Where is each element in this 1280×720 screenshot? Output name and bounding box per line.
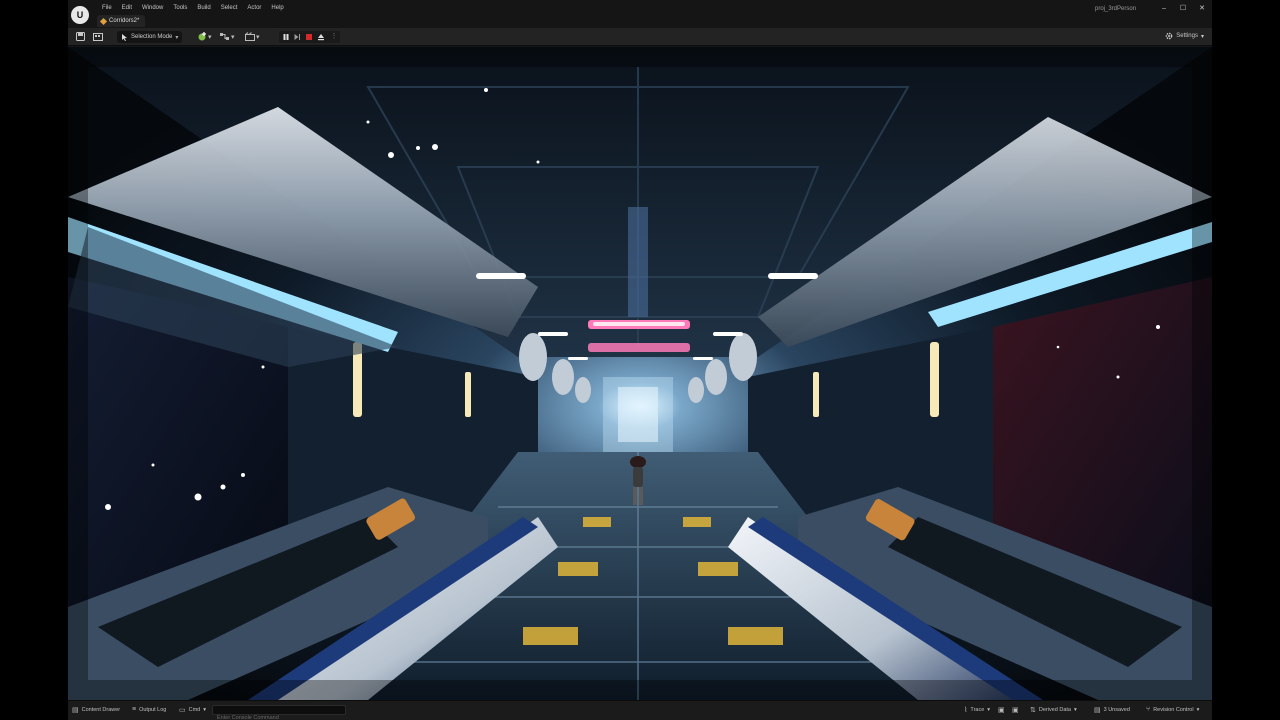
blueprint-icon — [220, 33, 229, 40]
chevron-down-icon: ▾ — [208, 33, 212, 41]
content-drawer-icon: ▤ — [72, 707, 79, 714]
cmd-dropdown[interactable]: ▭ Cmd ▾ — [179, 706, 206, 714]
chevron-down-icon: ▾ — [987, 707, 991, 713]
chevron-down-icon: ▾ — [231, 33, 235, 41]
unsaved-label: 3 Unsaved — [1103, 707, 1130, 713]
minimize-button[interactable]: – — [1158, 4, 1170, 14]
cmd-label: Cmd — [188, 707, 201, 713]
revision-control-icon: ⑂ — [1146, 706, 1151, 713]
gear-icon — [1165, 32, 1173, 40]
project-name: proj_3rdPerson — [1095, 6, 1137, 12]
unreal-editor-window: U File Edit Window Tools Build Select Ac… — [68, 0, 1212, 720]
derived-data-dropdown[interactable]: ⇅ Derived Data ▾ — [1030, 706, 1077, 714]
selection-mode-label: Selection Mode — [131, 34, 173, 40]
menu-window[interactable]: Window — [137, 4, 168, 12]
output-log-label: Output Log — [139, 706, 167, 713]
output-log-button[interactable]: ≡ Output Log — [132, 706, 166, 713]
viewport-scene — [68, 47, 1212, 700]
unsaved-button[interactable]: ▤ 3 Unsaved — [1094, 706, 1130, 714]
derived-data-icon: ⇅ — [1030, 707, 1036, 714]
content-drawer-button[interactable]: ▤ Content Drawer — [72, 706, 120, 714]
add-actor-dropdown[interactable]: ▾ — [198, 32, 212, 41]
chevron-down-icon: ▾ — [256, 33, 260, 41]
menu-build[interactable]: Build — [192, 4, 215, 12]
revision-control-label: Revision Control — [1153, 706, 1194, 713]
unreal-engine-logo-icon[interactable]: U — [71, 6, 89, 24]
settings-label: Settings — [1176, 33, 1198, 39]
cursor-icon — [122, 33, 127, 41]
level-tab[interactable]: Corridors2* — [97, 15, 146, 27]
unsaved-icon: ▤ — [1094, 707, 1101, 714]
status-bar: ▤ Content Drawer ≡ Output Log ▭ Cmd ▾ ⌇ … — [68, 700, 1212, 720]
terminal-icon: ▭ — [179, 707, 186, 714]
screenshot-button[interactable]: ▣ — [998, 706, 1005, 714]
eject-icon[interactable] — [316, 32, 326, 42]
chevron-down-icon: ▾ — [1196, 706, 1200, 713]
chevron-down-icon: ▾ — [1200, 33, 1204, 40]
menu-file[interactable]: File — [97, 4, 117, 12]
settings-button[interactable]: Settings ▾ — [1165, 32, 1204, 40]
revision-control-dropdown[interactable]: ⑂ Revision Control ▾ — [1146, 706, 1199, 713]
menu-help[interactable]: Help — [266, 4, 288, 12]
derived-data-label: Derived Data — [1038, 707, 1071, 713]
more-options-icon[interactable]: ⋮ — [329, 32, 339, 42]
trace-dropdown[interactable]: ⌇ Trace ▾ — [964, 706, 990, 714]
level-viewport[interactable] — [68, 47, 1212, 700]
output-log-icon: ≡ — [132, 706, 137, 713]
record-icon: ▣ — [1012, 707, 1019, 714]
trace-label: Trace — [970, 707, 985, 713]
menu-edit[interactable]: Edit — [117, 4, 137, 12]
stop-icon[interactable] — [306, 34, 312, 40]
console-command-input[interactable] — [213, 714, 345, 720]
content-drawer-label: Content Drawer — [81, 707, 121, 713]
pause-icon[interactable] — [281, 32, 291, 42]
save-icon[interactable] — [75, 32, 85, 42]
maximize-button[interactable]: ☐ — [1177, 4, 1189, 14]
close-button[interactable]: ✕ — [1196, 4, 1208, 14]
level-icon — [99, 17, 108, 25]
cinematics-dropdown[interactable]: ▾ — [245, 32, 260, 41]
step-frame-icon[interactable] — [292, 32, 302, 42]
play-controls: ⋮ — [279, 31, 340, 43]
trace-icon: ⌇ — [964, 707, 968, 714]
add-actor-icon — [198, 32, 206, 41]
selection-mode-dropdown[interactable]: Selection Mode ▾ — [117, 31, 183, 43]
main-toolbar: Selection Mode ▾ ▾ ▾ ▾ ⋮ Settings ▾ — [68, 28, 1212, 46]
camera-icon: ▣ — [998, 707, 1005, 714]
console-command-field[interactable] — [212, 705, 346, 720]
chevron-down-icon: ▾ — [175, 34, 179, 41]
menu-select[interactable]: Select — [216, 4, 243, 12]
title-bar: U File Edit Window Tools Build Select Ac… — [68, 0, 1212, 28]
level-tab-label: Corridors2* — [109, 18, 140, 24]
blueprint-dropdown[interactable]: ▾ — [220, 32, 235, 41]
chevron-down-icon: ▾ — [1073, 707, 1077, 713]
video-button[interactable]: ▣ — [1012, 706, 1019, 714]
menu-bar: File Edit Window Tools Build Select Acto… — [97, 4, 289, 12]
menu-actor[interactable]: Actor — [242, 4, 266, 12]
menu-tools[interactable]: Tools — [168, 4, 192, 12]
chevron-down-icon: ▾ — [203, 707, 207, 713]
content-browser-icon[interactable] — [93, 32, 103, 42]
cinematics-icon — [245, 32, 255, 41]
